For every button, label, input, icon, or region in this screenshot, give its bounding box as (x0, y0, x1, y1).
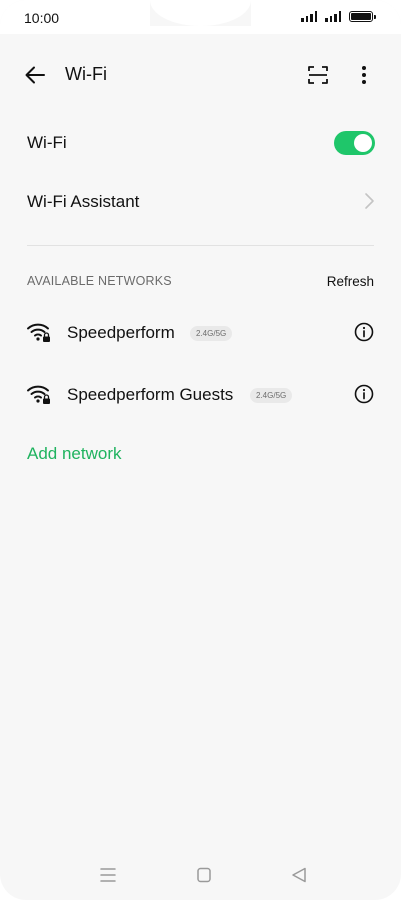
back-nav-icon[interactable] (287, 865, 311, 885)
wifi-lock-icon (26, 321, 52, 343)
refresh-button[interactable]: Refresh (327, 274, 374, 289)
wifi-assistant-label: Wi-Fi Assistant (27, 192, 140, 211)
info-icon[interactable] (354, 322, 374, 342)
phone-screen: 10:00 Wi-Fi Wi-Fi Wi-Fi Assistant AVAILA… (0, 0, 401, 900)
band-badge: 2.4G/5G (190, 326, 233, 341)
divider (27, 245, 374, 246)
network-row-speedperform-guests[interactable]: Speedperform Guests 2.4G/5G (0, 370, 401, 418)
home-nav-icon[interactable] (192, 865, 216, 885)
status-bar: 10:00 (0, 0, 401, 34)
status-time: 10:00 (24, 10, 60, 26)
wifi-toggle[interactable] (334, 131, 375, 155)
signal-icon (301, 11, 317, 22)
wifi-assistant-row[interactable]: Wi-Fi Assistant (0, 180, 401, 224)
info-icon[interactable] (354, 384, 374, 404)
network-row-speedperform[interactable]: Speedperform 2.4G/5G (0, 308, 401, 356)
network-name: Speedperform Guests (67, 385, 234, 404)
chevron-right-icon (362, 192, 376, 210)
notch (150, 0, 251, 26)
back-arrow-icon[interactable] (22, 62, 48, 88)
more-vertical-icon[interactable] (352, 63, 376, 87)
add-network-link[interactable]: Add network (27, 444, 122, 464)
app-header: Wi-Fi (0, 52, 401, 98)
band-badge: 2.4G/5G (250, 388, 293, 403)
wifi-label: Wi-Fi (27, 133, 67, 152)
network-name: Speedperform (67, 323, 175, 342)
battery-icon (349, 11, 376, 22)
signal-icon (325, 11, 341, 22)
status-icons (301, 11, 376, 22)
wifi-lock-icon (26, 383, 52, 405)
menu-nav-icon[interactable] (96, 865, 120, 885)
scan-qr-icon[interactable] (306, 63, 330, 87)
page-title: Wi-Fi (65, 64, 107, 84)
toggle-knob (354, 134, 372, 152)
available-networks-header: AVAILABLE NETWORKS (27, 274, 172, 288)
